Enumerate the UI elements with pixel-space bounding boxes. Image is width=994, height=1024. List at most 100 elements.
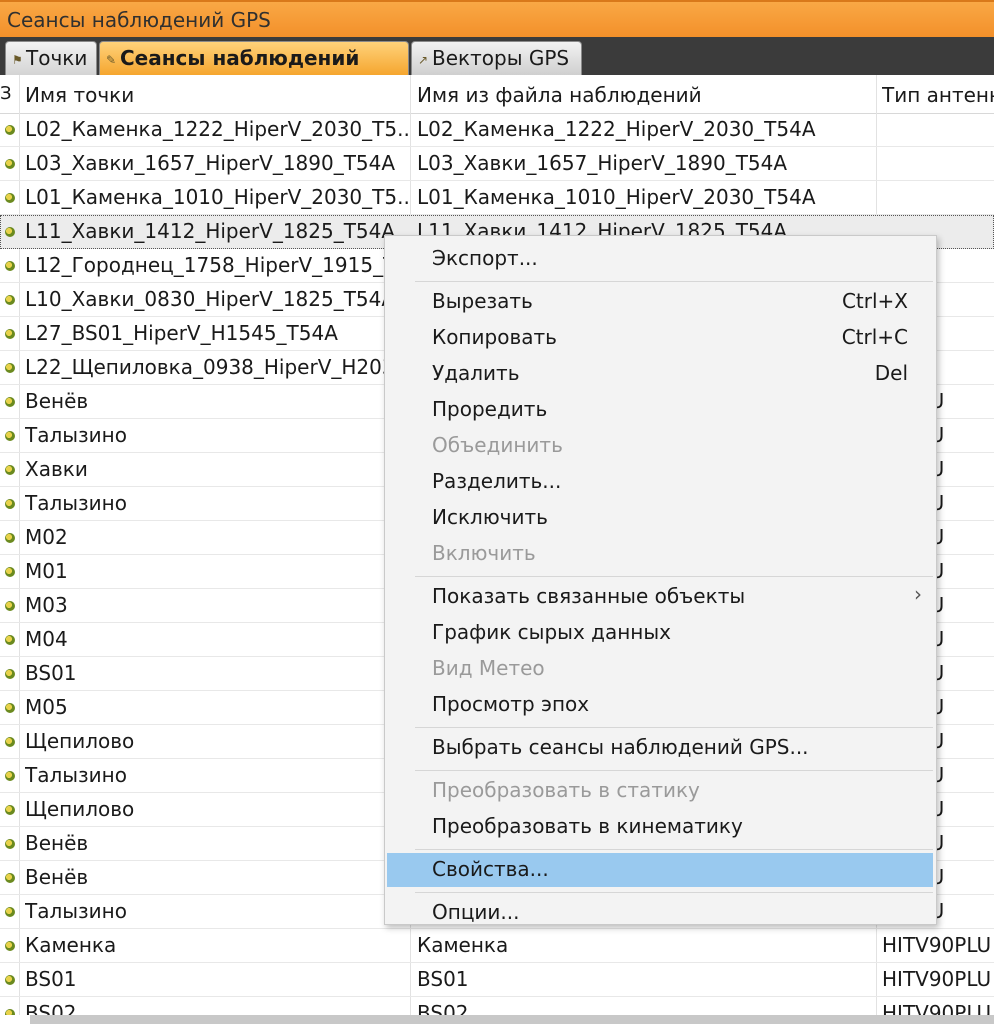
- menu-item[interactable]: Экспорт...: [385, 242, 936, 276]
- menu-item[interactable]: Удалить Del: [385, 357, 936, 391]
- menu-separator: [415, 576, 933, 577]
- gps-session-icon: [5, 805, 15, 815]
- cell-point-name: M01: [25, 559, 68, 583]
- menu-item[interactable]: График сырых данных: [385, 616, 936, 650]
- menu-item[interactable]: Опции...: [385, 896, 936, 930]
- tab-points[interactable]: ⚑ Точки: [5, 41, 97, 75]
- gps-session-icon: [5, 227, 15, 237]
- gps-session-icon: [5, 839, 15, 849]
- menu-item-label: Выбрать сеансы наблюдений GPS...: [432, 735, 809, 759]
- cell-point-name: L22_Щепиловка_0938_HiperV_H203: [25, 355, 395, 379]
- menu-item-shortcut: Ctrl+C: [841, 325, 908, 349]
- horizontal-scrollbar[interactable]: [30, 1015, 994, 1024]
- cell-point-name: Талызино: [25, 899, 127, 923]
- gps-session-icon: [5, 873, 15, 883]
- menu-separator: [415, 892, 933, 893]
- menu-separator: [415, 849, 933, 850]
- cell-point-name: Каменка: [25, 933, 117, 957]
- gps-session-icon: [5, 601, 15, 611]
- menu-item-label: Просмотр эпох: [432, 692, 590, 716]
- cell-point-name: Венёв: [25, 389, 89, 413]
- cell-file-name: L03_Хавки_1657_HiperV_1890_T54A: [417, 151, 788, 175]
- cell-point-name: Талызино: [25, 491, 127, 515]
- menu-item-label: Исключить: [432, 505, 548, 529]
- gps-session-icon: [5, 363, 15, 373]
- tab-bar: ⚑Точки ✎Сеансы наблюдений GPS ↗Векторы G…: [0, 37, 994, 104]
- tab-gps-sessions[interactable]: ✎Сеансы наблюдений GPS: [99, 41, 409, 104]
- table-row[interactable]: L03_Хавки_1657_HiperV_1890_T54A L03_Хавки…: [0, 147, 994, 181]
- table-row[interactable]: BS01 BS01 HITV90PLU: [0, 963, 994, 997]
- gps-session-icon: [5, 975, 15, 985]
- gps-session-icon: [5, 567, 15, 577]
- menu-item[interactable]: Просмотр эпох: [385, 688, 936, 722]
- cell-file-name: Каменка: [417, 933, 509, 957]
- menu-item[interactable]: Показать связанные объекты ›: [385, 580, 936, 614]
- menu-item[interactable]: Преобразовать в кинематику: [385, 810, 936, 844]
- menu-item[interactable]: Проредить: [385, 393, 936, 427]
- cell-point-name: BS01: [25, 967, 77, 991]
- menu-item-label: Опции...: [432, 900, 520, 924]
- table-row[interactable]: Каменка Каменка HITV90PLU: [0, 929, 994, 963]
- cell-point-name: Щепилово: [25, 797, 135, 821]
- cell-point-name: L03_Хавки_1657_HiperV_1890_T54A: [25, 151, 396, 175]
- table-row[interactable]: BS02 BS02 HITV90PLU: [0, 997, 994, 1015]
- column-header-file-name[interactable]: Имя из файла наблюдений: [417, 83, 702, 107]
- window-titlebar: Сеансы наблюдений GPS: [0, 0, 994, 37]
- gps-session-icon: [5, 465, 15, 475]
- menu-item-label: Преобразовать в статику: [432, 778, 700, 802]
- cell-point-name: M04: [25, 627, 68, 651]
- menu-item[interactable]: Выбрать сеансы наблюдений GPS...: [385, 731, 936, 765]
- cell-antenna-type: HITV90PLU: [882, 1001, 992, 1015]
- gps-session-icon: [5, 329, 15, 339]
- menu-item-label: Вид Метео: [432, 656, 545, 680]
- table-row[interactable]: L01_Каменка_1010_HiperV_2030_T5... L01_Ка…: [0, 181, 994, 215]
- cell-antenna-type: HITV90PLU: [882, 967, 992, 991]
- gps-session-icon: [5, 499, 15, 509]
- cell-file-name: L02_Каменка_1222_HiperV_2030_T54A: [417, 117, 816, 141]
- menu-item-label: График сырых данных: [432, 620, 672, 644]
- column-header-point-name[interactable]: Имя точки: [25, 83, 134, 107]
- menu-item[interactable]: Вырезать Ctrl+X: [385, 285, 936, 319]
- menu-item: Вид Метео: [385, 652, 936, 686]
- menu-item: Преобразовать в статику: [385, 774, 936, 808]
- cell-point-name: Щепилово: [25, 729, 135, 753]
- menu-item-label: Преобразовать в кинематику: [432, 814, 743, 838]
- menu-separator: [415, 770, 933, 771]
- menu-separator: [415, 727, 933, 728]
- gps-session-icon: [5, 261, 15, 271]
- menu-item-label: Проредить: [432, 397, 548, 421]
- column-header-stub[interactable]: З: [0, 83, 12, 104]
- cell-point-name: Хавки: [25, 457, 88, 481]
- menu-item-shortcut: Ctrl+X: [841, 289, 908, 313]
- gps-session-icon: [5, 737, 15, 747]
- gps-session-icon: [5, 941, 15, 951]
- cell-point-name: BS01: [25, 661, 77, 685]
- cell-antenna-type: HITV90PLU: [882, 933, 992, 957]
- cell-point-name: L12_Городнец_1758_HiperV_1915_T: [25, 253, 396, 277]
- gps-session-icon: [5, 125, 15, 135]
- gps-session-icon: [5, 907, 15, 917]
- cell-file-name: BS02: [417, 1001, 469, 1015]
- menu-separator: [415, 281, 933, 282]
- menu-item-label: Экспорт...: [432, 246, 538, 270]
- menu-item-label: Копировать: [432, 325, 557, 349]
- cell-point-name: M02: [25, 525, 68, 549]
- gps-session-icon: [5, 635, 15, 645]
- points-icon: ⚑: [12, 52, 23, 67]
- column-header-antenna-type[interactable]: Тип антенн: [882, 83, 994, 107]
- menu-item-label: Свойства...: [432, 857, 549, 881]
- grid-header: З Имя точки Имя из файла наблюдений Тип …: [0, 75, 994, 114]
- cell-point-name: L27_BS01_HiperV_H1545_T54A: [25, 321, 338, 345]
- menu-item[interactable]: Свойства...: [387, 853, 933, 887]
- table-row[interactable]: L02_Каменка_1222_HiperV_2030_T5... L02_Ка…: [0, 113, 994, 147]
- tab-gps-vectors[interactable]: ↗ Векторы GPS: [411, 41, 582, 75]
- menu-item[interactable]: Копировать Ctrl+C: [385, 321, 936, 355]
- gps-session-icon: [5, 669, 15, 679]
- cell-file-name: L01_Каменка_1010_HiperV_2030_T54A: [417, 185, 816, 209]
- menu-item[interactable]: Разделить...: [385, 465, 936, 499]
- gps-session-icon: [5, 295, 15, 305]
- menu-item-label: Объединить: [432, 433, 563, 457]
- menu-item-label: Вырезать: [432, 289, 533, 313]
- tab-gps-vectors-label: Векторы GPS: [432, 46, 570, 70]
- menu-item[interactable]: Исключить: [385, 501, 936, 535]
